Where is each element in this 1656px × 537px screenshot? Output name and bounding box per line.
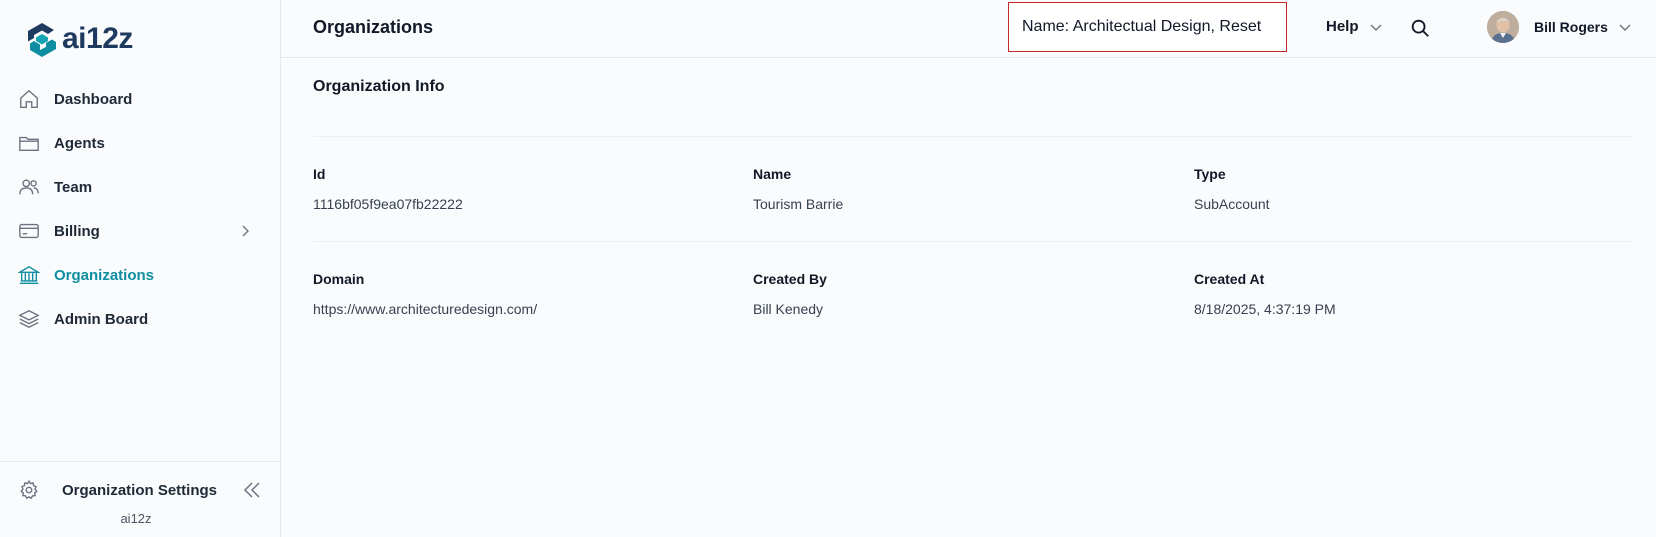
sidebar-item-billing[interactable]: Billing — [0, 209, 280, 253]
field-label: Name — [753, 166, 792, 182]
bank-icon — [18, 264, 40, 286]
sidebar-footer: Organization Settings ai12z — [0, 461, 280, 537]
credit-card-icon — [18, 220, 40, 242]
chevron-right-icon[interactable] — [238, 224, 252, 238]
page-title: Organizations — [313, 17, 434, 37]
field-label: Type — [1194, 166, 1226, 182]
logo-text: ai12z — [62, 22, 133, 55]
current-organization-name: ai12z — [120, 511, 152, 526]
search-icon[interactable] — [1409, 17, 1431, 39]
divider — [313, 241, 1632, 242]
chevron-down-icon — [1370, 24, 1382, 31]
sidebar-item-team[interactable]: Team — [0, 165, 280, 209]
organization-settings-link[interactable]: Organization Settings — [18, 479, 262, 501]
field-value: https://www.architecturedesign.com/ — [313, 301, 538, 317]
sidebar-item-label: Agents — [54, 134, 105, 152]
help-label: Help — [1326, 18, 1359, 35]
field-type: Type SubAccount — [1194, 166, 1270, 212]
field-id: Id 1116bf05f9ea07fb22222 — [313, 166, 463, 212]
help-menu[interactable]: Help — [1326, 18, 1383, 35]
gear-icon — [20, 480, 38, 500]
sidebar-item-label: Dashboard — [54, 90, 133, 108]
top-header: Organizations Name: Architectual Design,… — [281, 0, 1656, 58]
user-name: Bill Rogers — [1534, 19, 1608, 35]
sidebar-item-label: Organizations — [54, 266, 155, 284]
sidebar-item-label: Admin Board — [54, 310, 149, 328]
field-value: 8/18/2025, 4:37:19 PM — [1194, 301, 1336, 317]
field-value: Bill Kenedy — [753, 301, 824, 317]
section-title: Organization Info — [313, 78, 445, 95]
field-created-at: Created At 8/18/2025, 4:37:19 PM — [1194, 271, 1336, 317]
logo[interactable]: ai12z — [24, 20, 133, 58]
field-created-by: Created By Bill Kenedy — [753, 271, 827, 317]
field-label: Created By — [753, 271, 827, 287]
field-name: Name Tourism Barrie — [753, 166, 843, 212]
sidebar-nav: Dashboard Agents Team Billing Organizati… — [0, 77, 280, 341]
logo-icon — [28, 23, 56, 57]
folder-icon — [18, 132, 40, 154]
field-label: Id — [313, 166, 326, 182]
users-icon — [18, 176, 40, 198]
main-content: Organization Info Id 1116bf05f9ea07fb222… — [281, 58, 1656, 537]
user-menu[interactable]: Bill Rogers — [1487, 11, 1632, 43]
field-label: Created At — [1194, 271, 1265, 287]
collapse-sidebar-icon[interactable] — [242, 480, 262, 500]
field-label: Domain — [313, 271, 365, 287]
avatar — [1487, 11, 1519, 43]
field-domain: Domain https://www.architecturedesign.co… — [313, 271, 537, 317]
field-value: Tourism Barrie — [753, 196, 844, 212]
sidebar-item-dashboard[interactable]: Dashboard — [0, 77, 280, 121]
sidebar-item-agents[interactable]: Agents — [0, 121, 280, 165]
active-filter-box[interactable]: Name: Architectual Design, Reset — [1008, 2, 1287, 52]
field-value: 1116bf05f9ea07fb22222 — [313, 196, 463, 212]
sidebar: ai12z Dashboard Agents Team Billing Orga… — [0, 0, 281, 537]
sidebar-item-label: Team — [54, 178, 93, 196]
sidebar-item-label: Billing — [54, 222, 100, 240]
field-value: SubAccount — [1194, 196, 1270, 212]
home-icon — [18, 88, 40, 110]
organization-settings-label: Organization Settings — [62, 481, 218, 499]
sidebar-item-organizations[interactable]: Organizations — [0, 253, 280, 297]
sidebar-item-admin-board[interactable]: Admin Board — [0, 297, 280, 341]
divider — [313, 136, 1632, 137]
layers-icon — [18, 308, 40, 330]
chevron-down-icon — [1619, 24, 1631, 31]
